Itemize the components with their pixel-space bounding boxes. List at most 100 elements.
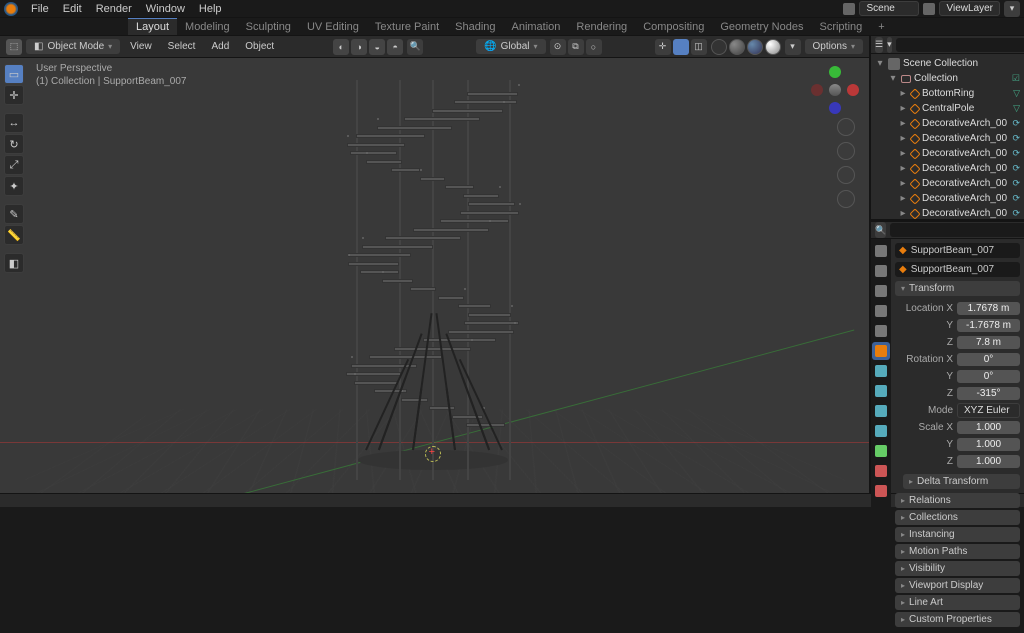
outliner-item[interactable]: ▸DecorativeArch_001⟳ [871, 131, 1024, 146]
rotation-y-field[interactable]: 0° [957, 370, 1020, 383]
outliner-collection[interactable]: ▾ Collection ☑ [871, 71, 1024, 86]
outliner-item[interactable]: ▸DecorativeArch_005⟳ [871, 191, 1024, 206]
ortho-perspective-icon[interactable] [837, 190, 855, 208]
outliner-item[interactable]: ▸DecorativeArch_002⟳ [871, 146, 1024, 161]
workspace-tab-animation[interactable]: Animation [504, 18, 569, 35]
filter-icon[interactable]: ▾ [1004, 1, 1020, 17]
properties-section-header[interactable]: Visibility [895, 561, 1020, 576]
viewport-menu-add[interactable]: Add [205, 39, 235, 54]
tool-annotate[interactable]: ✎ [4, 204, 24, 224]
properties-section-header[interactable]: Collections [895, 510, 1020, 525]
tool-select-box[interactable]: ▭ [4, 64, 24, 84]
menu-render[interactable]: Render [89, 3, 139, 15]
prop-tab-viewlayer[interactable] [872, 282, 890, 300]
mesh-data-icon[interactable]: ▽ [1013, 88, 1020, 99]
3d-viewport[interactable]: User Perspective (1) Collection | Suppor… [0, 58, 869, 493]
rotation-z-field[interactable]: -315° [957, 387, 1020, 400]
link-icon[interactable]: ⟳ [1012, 148, 1020, 159]
shading-options-chevron-icon[interactable]: ▾ [785, 39, 801, 55]
prop-tab-modifiers[interactable] [872, 362, 890, 380]
prop-tab-world[interactable] [872, 322, 890, 340]
orientation-dropdown[interactable]: 🌐 Global ▾ [476, 39, 545, 54]
workspace-tab-compositing[interactable]: Compositing [635, 18, 712, 35]
outliner-search2-input[interactable] [890, 223, 1024, 237]
properties-section-header[interactable]: Custom Properties [895, 612, 1020, 627]
rotation-x-field[interactable]: 0° [957, 353, 1020, 366]
tool-move[interactable]: ↔ [4, 113, 24, 133]
outliner-item[interactable]: ▸DecorativeArch_000⟳ [871, 116, 1024, 131]
link-icon[interactable]: ⟳ [1012, 193, 1020, 204]
tool-cursor[interactable]: ✛ [4, 85, 24, 105]
spiral-staircase-object[interactable] [348, 80, 518, 480]
workspace-tab-modeling[interactable]: Modeling [177, 18, 238, 35]
rotation-mode-dropdown[interactable]: XYZ Euler [957, 403, 1020, 418]
prop-tab-constraints[interactable] [872, 422, 890, 440]
link-icon[interactable]: ⟳ [1012, 178, 1020, 189]
properties-section-header[interactable]: Instancing [895, 527, 1020, 542]
viewport-menu-select[interactable]: Select [162, 39, 202, 54]
scale-z-field[interactable]: 1.000 [957, 455, 1020, 468]
outliner-tree[interactable]: ▾ Scene Collection ▾ Collection ☑ ▸Botto… [871, 54, 1024, 219]
outliner-item[interactable]: ▸DecorativeArch_004⟳ [871, 176, 1024, 191]
viewport-menu-object[interactable]: Object [239, 39, 280, 54]
outliner-item[interactable]: ▸DecorativeArch_006⟳ [871, 206, 1024, 219]
viewport-options-button[interactable]: Options ▾ [805, 39, 863, 54]
snap-icon[interactable]: ⧉ [568, 39, 584, 55]
xray-icon[interactable]: ◫ [691, 39, 707, 55]
prop-tab-output[interactable] [872, 262, 890, 280]
scale-y-field[interactable]: 1.000 [957, 438, 1020, 451]
workspace-tab-rendering[interactable]: Rendering [568, 18, 635, 35]
proportional-edit-icon[interactable]: ○ [586, 39, 602, 55]
tool-add-primitive[interactable]: ◧ [4, 253, 24, 273]
prop-tab-render[interactable] [872, 242, 890, 260]
matcap-selector[interactable]: ◐ ◑ ◒ ◓ [333, 39, 403, 55]
outliner-item[interactable]: ▸CentralPole▽ [871, 101, 1024, 116]
location-x-field[interactable]: 1.7678 m [957, 302, 1020, 315]
transform-section-header[interactable]: Transform [895, 281, 1020, 296]
prop-tab-scene[interactable] [872, 302, 890, 320]
menu-edit[interactable]: Edit [56, 3, 89, 15]
prop-tab-object[interactable] [872, 342, 890, 360]
mesh-data-icon[interactable]: ▽ [1013, 103, 1020, 114]
navigation-gizmo[interactable] [811, 66, 859, 114]
delta-transform-header[interactable]: Delta Transform [903, 474, 1020, 489]
workspace-tab-sculpting[interactable]: Sculpting [238, 18, 299, 35]
shading-solid-icon[interactable] [729, 39, 745, 55]
link-icon[interactable]: ⟳ [1012, 163, 1020, 174]
overlays-toggle-icon[interactable] [673, 39, 689, 55]
interaction-mode-dropdown[interactable]: ◧ Object Mode ▾ [26, 39, 120, 54]
outliner-item[interactable]: ▸DecorativeArch_003⟳ [871, 161, 1024, 176]
viewport-menu-view[interactable]: View [124, 39, 158, 54]
properties-section-header[interactable]: Motion Paths [895, 544, 1020, 559]
prop-tab-texture[interactable] [872, 482, 890, 500]
editor-type-icon[interactable]: ⬚ [6, 39, 22, 55]
workspace-tab-geometry-nodes[interactable]: Geometry Nodes [712, 18, 811, 35]
properties-object-name[interactable]: ◆ SupportBeam_007 [895, 262, 1020, 277]
tool-rotate[interactable]: ↻ [4, 134, 24, 154]
menu-file[interactable]: File [24, 3, 56, 15]
prop-tab-mesh[interactable] [872, 442, 890, 460]
search-icon[interactable]: 🔍 [407, 39, 423, 55]
outliner-scene-collection[interactable]: ▾ Scene Collection [871, 56, 1024, 71]
workspace-tab-layout[interactable]: Layout [128, 18, 177, 35]
prop-tab-material[interactable] [872, 462, 890, 480]
link-icon[interactable]: ⟳ [1012, 208, 1020, 219]
gizmo-neg-x[interactable] [811, 84, 823, 96]
pivot-icon[interactable]: ⊙ [550, 39, 566, 55]
scale-x-field[interactable]: 1.000 [957, 421, 1020, 434]
viewlayer-name-field[interactable]: ViewLayer [939, 1, 1000, 16]
workspace-tab-shading[interactable]: Shading [447, 18, 503, 35]
gizmo-center[interactable] [829, 84, 841, 96]
outliner-search-input[interactable] [896, 38, 1024, 52]
collection-checkbox-icon[interactable]: ☑ [1012, 73, 1020, 84]
properties-breadcrumb[interactable]: ◆ SupportBeam_007 [895, 243, 1020, 258]
gizmo-y[interactable] [829, 66, 841, 78]
viewlayer-selector-icon[interactable] [923, 3, 935, 15]
outliner-search2-icon[interactable]: 🔍 [875, 222, 886, 238]
properties-section-header[interactable]: Viewport Display [895, 578, 1020, 593]
workspace-add-button[interactable]: + [870, 21, 892, 33]
location-z-field[interactable]: 7.8 m [957, 336, 1020, 349]
zoom-icon[interactable] [837, 118, 855, 136]
outliner-display-mode-icon[interactable]: ▾ [887, 37, 892, 53]
link-icon[interactable]: ⟳ [1012, 133, 1020, 144]
